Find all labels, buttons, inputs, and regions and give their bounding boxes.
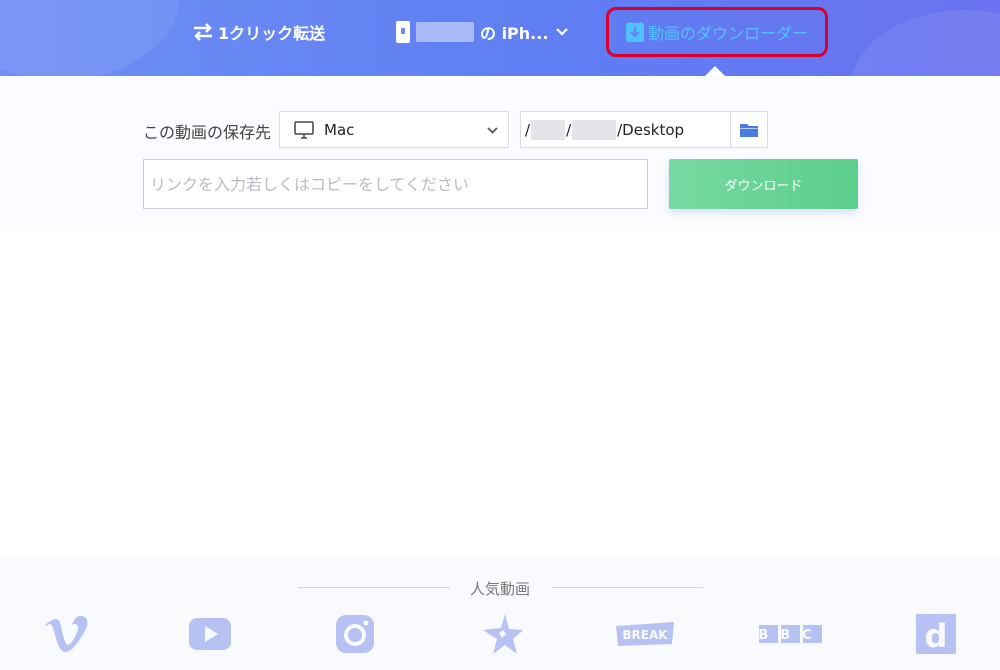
site-bbc[interactable]: BBC [757, 612, 825, 656]
path-separator: / [566, 120, 572, 139]
save-device-value: Mac [324, 120, 355, 139]
nav-downloader-label: 動画のダウンローダー [647, 24, 808, 43]
path-tail: /Desktop [617, 120, 685, 139]
site-dailymotion-star[interactable] [478, 612, 524, 656]
bbc-logo-icon: BBC [758, 625, 823, 643]
nav-one-click-transfer[interactable]: 1クリック転送 [192, 19, 325, 45]
header-decoration [0, 0, 180, 76]
dailymotion-d-icon: d [916, 614, 956, 654]
site-break[interactable]: BREAK [613, 612, 677, 656]
youtube-icon [189, 618, 231, 650]
break-logo-icon: BREAK [616, 622, 674, 646]
site-youtube[interactable] [187, 612, 233, 656]
svg-text:BBC: BBC [758, 628, 823, 643]
nav-video-downloader[interactable]: 動画のダウンローダー [606, 7, 828, 57]
video-link-input[interactable] [143, 159, 648, 209]
save-destination-label: この動画の保存先 [143, 123, 272, 142]
download-button[interactable]: ダウンロード [669, 159, 858, 209]
path-separator: / [525, 120, 531, 139]
site-dailymotion[interactable]: d [915, 612, 957, 656]
download-icon [625, 22, 644, 42]
monitor-icon [294, 120, 314, 139]
vimeo-icon [45, 615, 88, 652]
instagram-icon [336, 615, 374, 653]
chevron-down-icon [556, 28, 569, 36]
popular-title: 人気動画 [469, 580, 530, 598]
site-instagram[interactable] [334, 612, 376, 656]
nav-device-selector[interactable]: の iPh... [396, 19, 569, 45]
path-segment-redacted [531, 119, 566, 140]
browse-folder-button[interactable] [730, 112, 767, 147]
chevron-down-icon [487, 127, 498, 134]
device-name-redacted [416, 22, 474, 42]
svg-text:d: d [925, 617, 948, 654]
site-vimeo[interactable] [43, 612, 89, 656]
path-segment-redacted [572, 119, 617, 140]
active-tab-caret [705, 66, 725, 76]
folder-icon [740, 123, 758, 137]
nav-transfer-label: 1クリック転送 [218, 24, 326, 43]
phone-icon [396, 21, 410, 43]
save-path-field[interactable]: / / /Desktop [520, 111, 768, 148]
transfer-arrows-icon [194, 23, 212, 41]
save-device-select[interactable]: Mac [279, 111, 509, 148]
svg-text:BREAK: BREAK [622, 628, 668, 642]
nav-device-label: の iPh... [480, 24, 549, 43]
save-path-text: / / /Desktop [521, 112, 730, 147]
star-logo-icon [483, 614, 523, 654]
